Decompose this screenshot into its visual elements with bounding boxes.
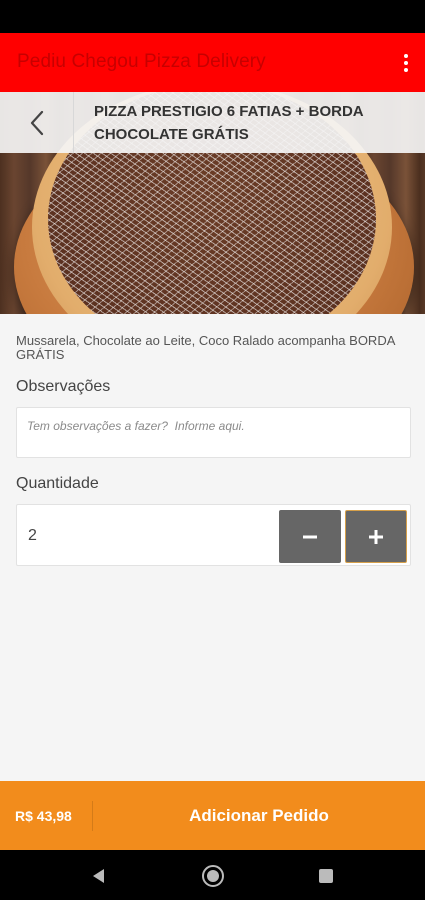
plus-icon	[369, 529, 383, 544]
quantity-value: 2	[28, 527, 37, 544]
system-nav-bar	[0, 850, 425, 900]
decrease-quantity-button[interactable]	[279, 510, 341, 563]
nav-back-icon[interactable]	[86, 863, 112, 889]
overflow-menu-icon[interactable]	[399, 51, 413, 75]
order-bar: R$ 43,98 Adicionar Pedido	[0, 781, 425, 850]
increase-quantity-button[interactable]	[345, 510, 407, 563]
observations-input[interactable]	[17, 408, 410, 457]
app-bar: Pediu Chegou Pizza Delivery	[0, 33, 425, 92]
product-title: PIZZA PRESTIGIO 6 FATIAS + BORDA CHOCOLA…	[94, 103, 364, 143]
product-header: PIZZA PRESTIGIO 6 FATIAS + BORDA CHOCOLA…	[0, 92, 425, 153]
back-button[interactable]	[0, 92, 74, 153]
quantity-label: Quantidade	[16, 475, 99, 492]
app-title: Pediu Chegou Pizza Delivery	[17, 51, 266, 72]
nav-recents-icon[interactable]	[313, 863, 339, 889]
add-order-button[interactable]: Adicionar Pedido	[93, 781, 425, 850]
total-price: R$ 43,98	[15, 808, 72, 824]
status-bar	[0, 0, 425, 33]
observations-field[interactable]	[16, 407, 411, 458]
minus-icon	[303, 535, 317, 538]
observations-label: Observações	[16, 378, 111, 395]
product-description: Mussarela, Chocolate ao Leite, Coco Rala…	[16, 333, 395, 362]
back-arrow-icon	[30, 110, 43, 135]
quantity-stepper: 2	[16, 504, 411, 566]
nav-home-icon[interactable]	[200, 863, 226, 889]
